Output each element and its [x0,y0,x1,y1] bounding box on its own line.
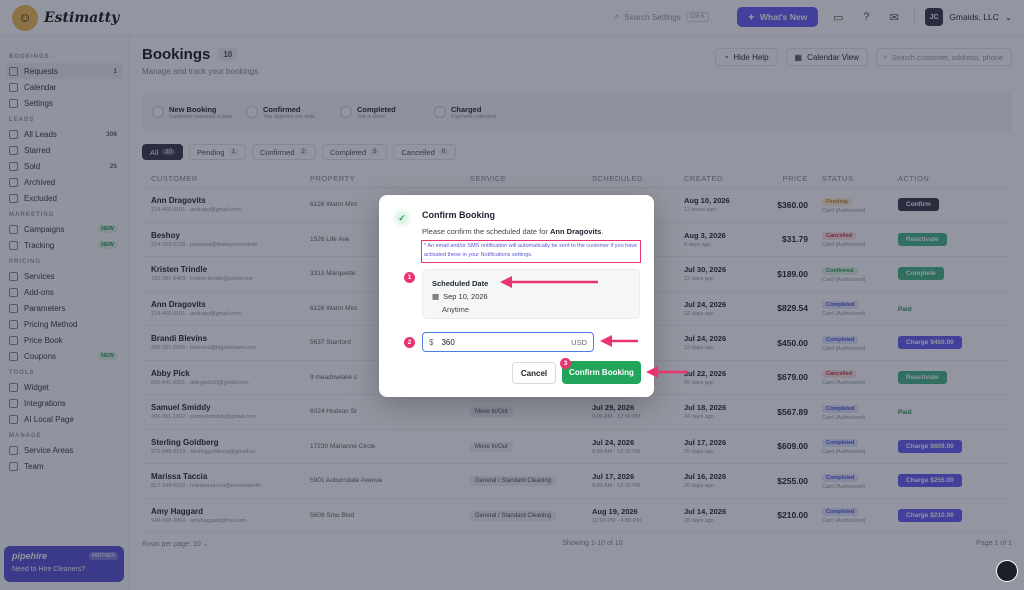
currency-symbol: $ [429,337,434,347]
scheduled-date-value: Sep 10, 2026 [443,292,488,301]
calendar-icon: ▦ [432,292,440,301]
check-circle-icon: ✓ [393,209,411,227]
chat-help-button[interactable] [996,560,1018,582]
currency-code: USD [571,337,587,347]
price-input[interactable]: $ 360 USD [422,332,594,352]
step-marker-3: 3 [560,358,571,369]
price-value[interactable]: 360 [441,338,571,347]
step-marker-1: 1 [404,272,415,283]
modal-subtitle: Please confirm the scheduled date for An… [422,227,604,236]
modal-customer-name: Ann Dragovits [550,227,602,236]
confirm-booking-modal: ✓ Confirm Booking Please confirm the sch… [379,195,654,397]
scheduled-date-title: Scheduled Date [432,279,489,288]
scheduled-date-card: Scheduled Date ▦ Sep 10, 2026 Anytime [422,269,640,319]
notification-note: * An email and/or SMS notification will … [421,240,641,263]
cancel-button[interactable]: Cancel [512,362,556,384]
step-marker-2: 2 [404,337,415,348]
confirm-booking-button[interactable]: Confirm Booking [562,361,641,384]
modal-title: Confirm Booking [422,210,495,220]
modal-subtitle-text: Please confirm the scheduled date for [422,227,548,236]
scheduled-time-value: Anytime [442,305,470,314]
